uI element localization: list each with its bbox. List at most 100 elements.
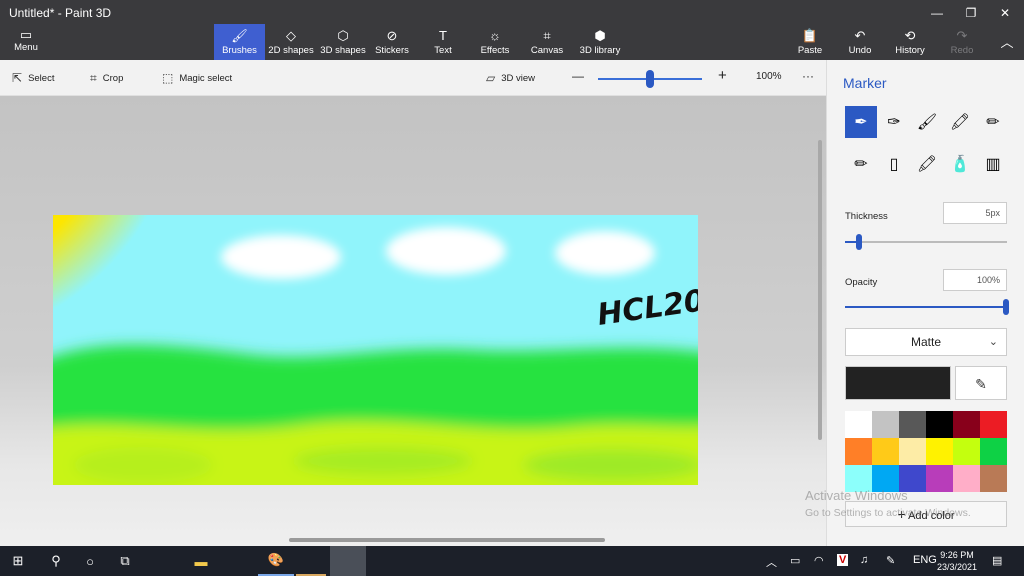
language-indicator[interactable]: ENG [913, 554, 937, 566]
activation-watermark-title: Activate Windows [805, 488, 908, 503]
color-swatch[interactable] [953, 411, 980, 438]
paste-icon: 📋 [801, 28, 819, 43]
watercolor-icon[interactable]: 🖍 [944, 106, 976, 138]
select-button[interactable]: ⇱ Select [12, 71, 54, 85]
tab-label: Canvas [530, 45, 564, 56]
current-color-swatch[interactable] [845, 366, 951, 400]
color-swatch[interactable] [980, 465, 1007, 492]
crayon-icon[interactable]: 🖍 [911, 148, 943, 180]
tab-text[interactable]: T Text [418, 24, 468, 60]
zoom-level[interactable]: 100% [756, 71, 782, 82]
color-swatch[interactable] [872, 411, 899, 438]
tab-effects[interactable]: ☼ Effects [470, 24, 520, 60]
undo-icon: ↶ [854, 28, 866, 43]
menu-button[interactable]: ▭ Menu [6, 28, 46, 58]
horizontal-scrollbar[interactable] [289, 538, 605, 542]
2d-shapes-icon: ◇ [286, 28, 296, 43]
notifications-icon[interactable]: ▤ [992, 554, 1002, 567]
color-swatch[interactable] [926, 465, 953, 492]
show-hidden-icons-icon[interactable]: ︿ [766, 554, 777, 570]
thickness-input[interactable]: 5px [943, 202, 1007, 224]
magic-select-button[interactable]: ⬚ Magic select [162, 71, 232, 85]
window-title: Untitled* - Paint 3D [9, 6, 112, 20]
zoom-out-button[interactable]: — [572, 69, 584, 83]
color-swatch[interactable] [980, 411, 1007, 438]
thickness-slider-thumb[interactable] [856, 234, 862, 250]
action-label: Undo [848, 45, 872, 56]
panel-title: Marker [843, 75, 887, 91]
color-swatch[interactable] [953, 465, 980, 492]
wifi-icon[interactable]: ◠ [814, 554, 824, 567]
brush-icon: 🖌 [231, 28, 248, 43]
active-app-taskbar-button[interactable] [330, 546, 366, 576]
tab-2d-shapes[interactable]: ◇ 2D shapes [266, 24, 316, 60]
canvas-drawing: HCL20 [53, 215, 698, 485]
3d-view-toggle[interactable]: ▱ 3D view [486, 71, 535, 85]
effects-icon: ☼ [489, 28, 501, 43]
cortana-icon[interactable]: ○ [74, 546, 106, 576]
vertical-scrollbar[interactable] [818, 140, 822, 440]
tab-3d-shapes[interactable]: ⬡ 3D shapes [318, 24, 368, 60]
redo-button[interactable]: ↷ Redo [944, 24, 980, 60]
antivirus-icon[interactable]: V [837, 554, 849, 566]
tab-brushes[interactable]: 🖌 Brushes [214, 24, 265, 60]
activation-watermark-subtitle: Go to Settings to activate Windows. [805, 507, 971, 519]
search-icon[interactable]: ⚲ [38, 546, 74, 576]
color-swatch[interactable] [980, 438, 1007, 465]
fill-bucket-icon[interactable]: ▥ [977, 148, 1009, 180]
tab-label: Text [434, 45, 452, 56]
tab-stickers[interactable]: ⊘ Stickers [370, 24, 414, 60]
color-swatch[interactable] [899, 411, 926, 438]
pencil-icon[interactable]: ✏ [845, 148, 877, 180]
color-swatch[interactable] [899, 438, 926, 465]
eyedropper-button[interactable]: ✎ [955, 366, 1007, 400]
undo-button[interactable]: ↶ Undo [842, 24, 878, 60]
hills [53, 345, 698, 485]
color-swatch[interactable] [845, 438, 872, 465]
title-bar: Untitled* - Paint 3D — ❐ ✕ ▭ Menu 🖌 Brush… [0, 0, 1024, 60]
paste-button[interactable]: 📋 Paste [792, 24, 828, 60]
crop-label: Crop [102, 73, 124, 84]
file-explorer-icon[interactable]: ▬ [184, 546, 218, 576]
color-swatch[interactable] [926, 411, 953, 438]
color-swatch[interactable] [953, 438, 980, 465]
pen-icon[interactable]: ✎ [886, 554, 895, 567]
more-options-button[interactable]: ··· [802, 69, 814, 83]
zoom-slider-thumb[interactable] [646, 70, 654, 88]
collapse-ribbon-button[interactable]: ︿ [992, 34, 1022, 52]
tab-canvas[interactable]: ⌗ Canvas [522, 24, 572, 60]
chevron-down-icon: ⌄ [988, 336, 998, 348]
tab-3d-library[interactable]: ⬢ 3D library [574, 24, 626, 60]
paint-3d-taskbar-icon[interactable]: 🎨 [258, 546, 294, 576]
windows-start-icon[interactable]: ⊞ [0, 546, 36, 576]
task-view-icon[interactable]: ⧉ [108, 546, 142, 576]
clock[interactable]: 9:26 PM 23/3/2021 [937, 549, 977, 573]
opacity-input[interactable]: 100% [943, 269, 1007, 291]
marker-brush-icon[interactable]: ✒ [845, 106, 877, 138]
eraser-icon[interactable]: ▯ [878, 148, 910, 180]
app-taskbar-button[interactable] [296, 546, 326, 576]
pixel-pen-icon[interactable]: ✏ [977, 106, 1009, 138]
finish-dropdown[interactable]: Matte ⌄ [845, 328, 1007, 356]
drawing-canvas[interactable]: HCL20 [53, 215, 698, 485]
crop-button[interactable]: ⌗ Crop [90, 71, 123, 86]
folder-icon: ▭ [19, 27, 33, 42]
eyedropper-icon: ✎ [975, 376, 987, 392]
maximize-button[interactable]: ❐ [956, 4, 986, 22]
tab-label: 3D library [579, 45, 621, 56]
close-button[interactable]: ✕ [990, 4, 1020, 22]
color-swatch[interactable] [845, 411, 872, 438]
spray-can-icon[interactable]: 🧴 [944, 148, 976, 180]
volume-icon[interactable]: ♫ [860, 554, 868, 566]
battery-icon[interactable]: ▭ [790, 554, 800, 567]
calligraphy-pen-icon[interactable]: ✑ [878, 106, 910, 138]
history-button[interactable]: ⟲ History [892, 24, 928, 60]
color-swatch[interactable] [872, 438, 899, 465]
tab-label: Effects [480, 45, 510, 56]
thickness-slider-track[interactable] [845, 241, 1007, 243]
color-swatch[interactable] [926, 438, 953, 465]
opacity-slider-thumb[interactable] [1003, 299, 1009, 315]
oil-brush-icon[interactable]: 🖌 [911, 106, 943, 138]
zoom-in-button[interactable]: + [718, 67, 727, 84]
minimize-button[interactable]: — [922, 4, 952, 22]
